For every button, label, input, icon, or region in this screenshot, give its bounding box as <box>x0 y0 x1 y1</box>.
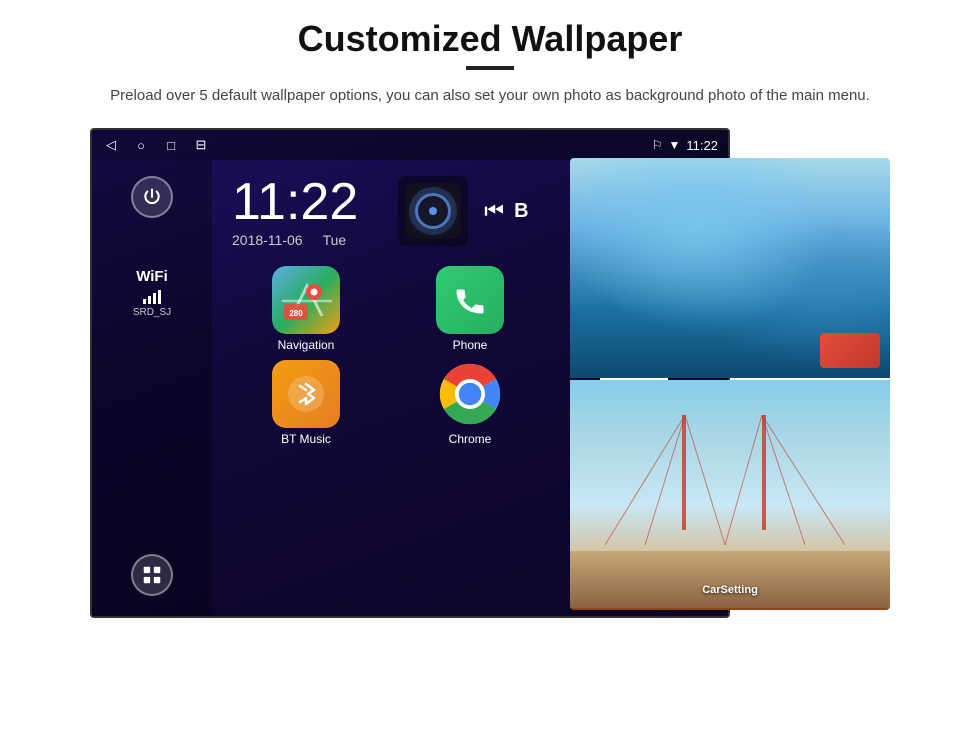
media-area: ⏮ B <box>398 176 528 246</box>
app-item-chrome[interactable]: Chrome <box>392 360 548 446</box>
wallpaper-previews: CarSetting <box>570 158 890 618</box>
bt-music-label: BT Music <box>281 432 331 446</box>
prev-track-icon[interactable]: ⏮ <box>484 198 504 224</box>
wifi-ssid: SRD_SJ <box>133 307 171 318</box>
wallpaper-preview-2: CarSetting <box>570 380 890 610</box>
media-icon-inner <box>405 183 461 239</box>
apps-grid-button[interactable] <box>131 554 173 596</box>
date-value: 2018-11-06 <box>232 232 303 248</box>
home-nav-icon[interactable]: ○ <box>132 136 150 154</box>
navigation-icon: 280 <box>272 266 340 334</box>
page-title: Customized Wallpaper <box>298 18 683 60</box>
signal-icon: ▼ <box>669 138 681 152</box>
page-subtitle: Preload over 5 default wallpaper options… <box>110 84 870 108</box>
app-item-phone[interactable]: Phone <box>392 266 548 352</box>
wifi-info: WiFi SRD_SJ <box>133 268 171 318</box>
bt-music-icon <box>272 360 340 428</box>
red-box-preview <box>820 333 880 368</box>
recent-nav-icon[interactable]: □ <box>162 136 180 154</box>
wifi-label: WiFi <box>136 268 168 285</box>
location-icon: ⚐ <box>652 138 663 152</box>
status-bar-indicators: ⚐ ▼ 11:22 <box>652 138 718 153</box>
signal-dot <box>429 207 437 215</box>
clock-time: 11:22 <box>232 176 358 228</box>
status-time: 11:22 <box>686 138 718 153</box>
android-screen-wrapper: ◁ ○ □ ⊟ ⚐ ▼ 11:22 <box>90 128 890 618</box>
app-item-bt-music[interactable]: BT Music <box>228 360 384 446</box>
power-button[interactable] <box>131 176 173 218</box>
wallpaper-preview-1 <box>570 158 890 378</box>
screenshot-nav-icon[interactable]: ⊟ <box>192 136 210 154</box>
media-controls: ⏮ B <box>484 198 528 224</box>
title-divider <box>466 66 514 70</box>
navigation-label: Navigation <box>278 338 335 352</box>
status-bar: ◁ ○ □ ⊟ ⚐ ▼ 11:22 <box>92 130 728 160</box>
svg-text:280: 280 <box>289 309 303 318</box>
chrome-label: Chrome <box>449 432 492 446</box>
signal-rings <box>415 193 451 229</box>
app-item-navigation[interactable]: 280 Navigation <box>228 266 384 352</box>
status-bar-nav: ◁ ○ □ ⊟ <box>102 136 210 154</box>
sidebar: WiFi SRD_SJ <box>92 160 212 616</box>
day-value: Tue <box>323 232 347 248</box>
track-letter: B <box>514 200 528 223</box>
clock-info: 11:22 2018-11-06 Tue <box>232 176 358 248</box>
chrome-icon <box>436 360 504 428</box>
back-nav-icon[interactable]: ◁ <box>102 136 120 154</box>
phone-label: Phone <box>453 338 488 352</box>
phone-icon <box>436 266 504 334</box>
carsetting-label: CarSetting <box>702 584 758 596</box>
clock-date: 2018-11-06 Tue <box>232 232 358 248</box>
media-icon-box <box>398 176 468 246</box>
wifi-bars <box>143 288 161 304</box>
